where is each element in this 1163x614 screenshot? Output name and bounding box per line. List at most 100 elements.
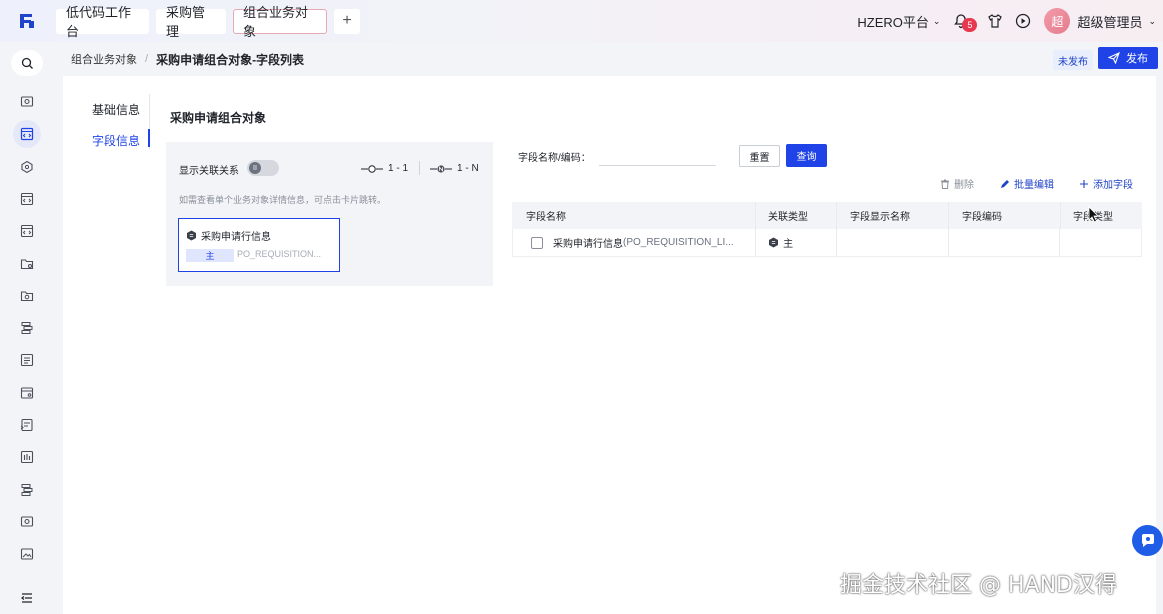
row-name: 采购申请行信息 — [553, 239, 623, 250]
chart-icon[interactable] — [19, 449, 35, 465]
platform-selector[interactable]: HZERO平台 ⌄ — [857, 12, 940, 31]
send-icon — [1108, 52, 1120, 64]
main-content: 基础信息 字段信息 采购申请组合对象 显示关联关系 II 1 - 1 1 - N… — [63, 76, 1156, 614]
add-field-button[interactable]: 添加字段 — [1079, 176, 1133, 191]
monitor-icon[interactable] — [19, 94, 35, 110]
batch-edit-button[interactable]: 批量编辑 — [1000, 176, 1054, 191]
publish-button-label: 发布 — [1126, 53, 1148, 65]
field-name-code-label: 字段名称/编码： — [518, 153, 591, 164]
chevron-down-icon: ⌄ — [932, 15, 941, 26]
primary-tag: 主 — [186, 249, 234, 262]
card-title-text: 采购申请行信息 — [201, 232, 271, 243]
trash-icon — [941, 179, 949, 189]
pencil-icon — [1001, 179, 1009, 188]
add-tab-button[interactable]: + — [334, 8, 360, 34]
tab-label: 采购管理 — [166, 5, 206, 39]
field-table: 字段名称 关联类型 字段显示名称 字段编码 字段类型 采购申请行信息(PO_RE… — [512, 202, 1142, 257]
chat-help-button[interactable] — [1132, 525, 1163, 556]
relation-panel: 显示关联关系 II 1 - 1 1 - N 如需查看单个业务对象详情信息，可点击… — [166, 142, 493, 286]
platform-label: HZERO平台 — [857, 14, 929, 30]
shirt-icon[interactable] — [986, 12, 1004, 30]
collapse-menu-icon[interactable] — [19, 590, 35, 606]
row-checkbox[interactable] — [531, 236, 543, 249]
row-code: (PO_REQUISITION_LI... — [623, 237, 734, 248]
code-page-icon[interactable] — [19, 191, 35, 207]
breadcrumb-separator: / — [145, 53, 149, 65]
app-logo-icon[interactable] — [17, 11, 37, 31]
username[interactable]: 超级管理员 — [1077, 12, 1142, 31]
top-bar: 低代码工作台 采购管理 组合业务对象 + HZERO平台 ⌄ 5 超 超级管理员… — [0, 0, 1163, 42]
flow-icon[interactable] — [19, 320, 35, 336]
delete-button[interactable]: 删除 — [940, 176, 974, 191]
sidebar — [0, 42, 55, 614]
legend-one-to-one-label: 1 - 1 — [388, 163, 409, 174]
page-title: 采购申请组合对象-字段列表 — [156, 52, 305, 67]
chat-icon — [1141, 533, 1154, 547]
window-settings-icon[interactable] — [19, 385, 35, 401]
relation-hint: 如需查看单个业务对象详情信息，可点击卡片跳转。 — [179, 195, 387, 205]
table-header: 字段名称 关联类型 字段显示名称 字段编码 字段类型 — [512, 202, 1142, 229]
list-icon[interactable] — [19, 352, 35, 368]
relation-type-value: 主 — [783, 239, 794, 250]
status-badge: 未发布 — [1053, 50, 1093, 70]
field-name-code-input[interactable] — [599, 144, 716, 166]
cube-icon[interactable] — [19, 159, 35, 175]
card-code: PO_REQUISITION... — [237, 249, 322, 259]
avatar[interactable]: 超 — [1044, 8, 1071, 34]
active-tab-indicator — [148, 129, 150, 147]
flow-icon[interactable] — [19, 482, 35, 498]
one-to-many-icon — [430, 164, 452, 173]
bell-icon[interactable]: 5 — [952, 12, 978, 32]
folder-image-icon[interactable] — [19, 288, 35, 304]
search-icon[interactable] — [11, 50, 43, 76]
display-name-cell — [837, 229, 949, 256]
image-icon[interactable] — [19, 546, 35, 562]
plus-icon — [1080, 179, 1088, 188]
code-page-icon[interactable] — [19, 223, 35, 239]
primary-object-icon — [769, 237, 779, 248]
toggle-knob: II — [249, 162, 261, 174]
column-header: 字段类型 — [1061, 202, 1142, 229]
relation-type-cell: 主 — [756, 229, 837, 256]
tab-basic-info[interactable]: 基础信息 — [92, 101, 140, 118]
publish-button[interactable]: 发布 — [1098, 47, 1158, 69]
tab-field-info[interactable]: 字段信息 — [92, 132, 140, 149]
notification-badge: 5 — [962, 18, 978, 32]
business-object-card[interactable]: 采购申请行信息 主 PO_REQUISITION... — [178, 218, 340, 272]
one-to-one-icon — [361, 164, 383, 173]
column-header: 字段名称 — [512, 202, 756, 229]
show-relation-toggle[interactable]: II — [247, 160, 279, 176]
mouse-cursor-icon — [1088, 206, 1100, 226]
breadcrumb-parent[interactable]: 组合业务对象 — [71, 51, 137, 67]
legend-divider — [419, 161, 420, 175]
object-title: 采购申请组合对象 — [170, 111, 267, 125]
card-title: 采购申请行信息 — [186, 228, 271, 243]
field-name-cell: 采购申请行信息 (PO_REQUISITION_LI... — [513, 229, 757, 256]
tab-lowcode-workbench[interactable]: 低代码工作台 — [56, 5, 149, 39]
tab-label: 低代码工作台 — [66, 5, 132, 39]
legend-one-to-many-label: 1 - N — [457, 163, 479, 174]
breadcrumb: 组合业务对象 / 采购申请组合对象-字段列表 未发布 发布 — [63, 42, 1163, 76]
folder-settings-icon[interactable] — [19, 256, 35, 272]
column-header: 字段显示名称 — [837, 202, 949, 229]
legend-one-to-one: 1 - 1 — [361, 163, 408, 174]
field-code-cell — [949, 229, 1061, 256]
legend-one-to-many: 1 - N — [430, 163, 479, 174]
primary-object-icon — [187, 230, 196, 241]
add-field-label: 添加字段 — [1093, 180, 1133, 191]
tab-composite-business-object[interactable]: 组合业务对象 — [233, 5, 327, 39]
tab-purchase-management[interactable]: 采购管理 — [156, 5, 226, 39]
field-type-cell — [1060, 229, 1141, 256]
query-button[interactable]: 查询 — [786, 144, 827, 167]
table-row[interactable]: 采购申请行信息 (PO_REQUISITION_LI... 主 — [512, 229, 1142, 257]
show-relation-label: 显示关联关系 — [179, 166, 239, 177]
chevron-down-icon[interactable]: ⌄ — [1148, 16, 1156, 27]
reset-button[interactable]: 重置 — [739, 145, 780, 167]
form-icon[interactable] — [19, 417, 35, 433]
column-header: 字段编码 — [949, 202, 1061, 229]
monitor-icon[interactable] — [19, 514, 35, 530]
batch-edit-label: 批量编辑 — [1014, 180, 1054, 191]
delete-label: 删除 — [954, 180, 974, 191]
code-page-icon[interactable] — [13, 120, 41, 148]
play-icon[interactable] — [1014, 12, 1032, 30]
